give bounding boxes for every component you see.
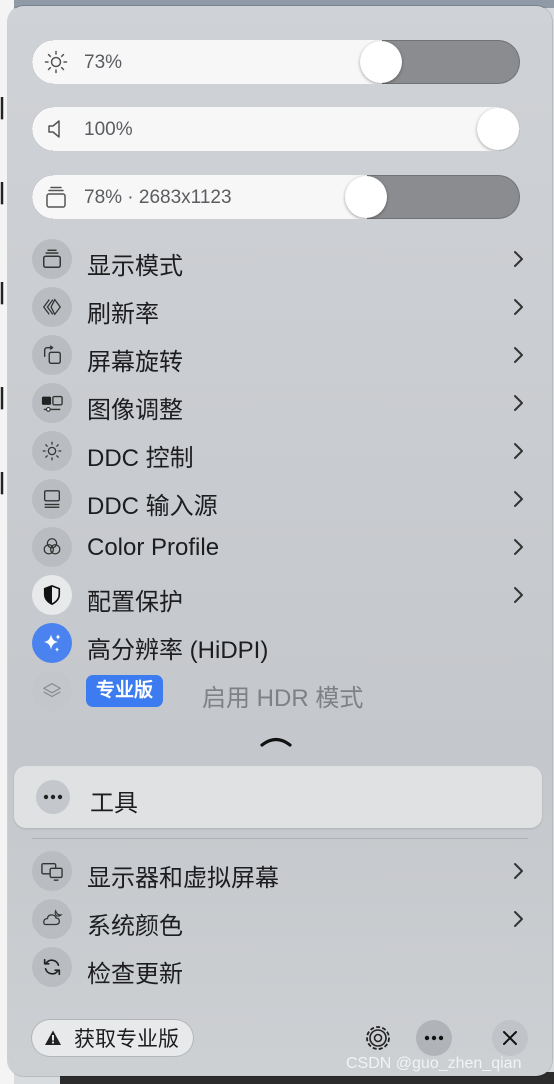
menu-item-label: 显示器和虚拟屏幕 <box>87 865 279 892</box>
display-mode-icon <box>32 239 72 279</box>
chevron-right-icon <box>514 347 523 363</box>
get-pro-label: 获取专业版 <box>74 1028 179 1051</box>
volume-knob[interactable] <box>477 108 519 150</box>
menu-item-config-protection[interactable]: 配置保护 <box>32 573 528 617</box>
hdr-label: 启用 HDR 模式 <box>202 685 364 712</box>
sparkle-icon <box>32 623 72 663</box>
menu-item-label: DDC 控制 <box>87 445 194 472</box>
refresh-rate-icon <box>32 287 72 327</box>
watermark: CSDN @guo_zhen_qian <box>346 1055 522 1072</box>
more-icon <box>424 1035 444 1041</box>
input-source-icon <box>32 479 72 519</box>
cloud-moon-icon <box>32 899 72 939</box>
rotate-icon <box>32 335 72 375</box>
brightness-icon <box>44 50 68 74</box>
divider <box>32 838 528 839</box>
pro-badge: 专业版 <box>86 675 164 707</box>
tools-label: 工具 <box>90 790 138 817</box>
chevron-right-icon <box>514 251 523 267</box>
menu-item-label: 显示模式 <box>87 253 183 280</box>
menu-item-color-profile[interactable]: Color Profile <box>32 525 528 569</box>
chevron-right-icon <box>514 443 523 459</box>
menu-item-check-update[interactable]: 检查更新 <box>32 945 528 989</box>
settings-icon <box>366 1026 390 1050</box>
brightness-value: 73% <box>84 52 123 73</box>
close-button[interactable] <box>492 1020 528 1056</box>
chevron-right-icon <box>514 911 523 927</box>
background-text-fragment: | <box>0 470 7 495</box>
menu-item-ddc-control[interactable]: DDC 控制 <box>32 429 528 473</box>
volume-value: 100% <box>84 119 133 140</box>
menu-item-label: 系统颜色 <box>87 913 183 940</box>
menu-item-label: 配置保护 <box>87 589 183 616</box>
update-icon <box>32 947 72 987</box>
ddc-control-icon <box>32 431 72 471</box>
volume-slider[interactable]: 100% <box>32 107 520 151</box>
brightness-slider[interactable]: 73% <box>32 40 520 84</box>
image-adjust-icon <box>32 383 72 423</box>
shield-icon <box>32 575 72 615</box>
menu-item-system-color[interactable]: 系统颜色 <box>32 897 528 941</box>
menu-item-virtual-display[interactable]: 显示器和虚拟屏幕 <box>32 849 528 893</box>
resolution-slider[interactable]: 78% · 2683x1123 <box>32 175 520 219</box>
menu-item-image-adjust[interactable]: 图像调整 <box>32 381 528 425</box>
chevron-right-icon <box>514 395 523 411</box>
menu-item-label: 检查更新 <box>87 961 183 988</box>
chevron-right-icon <box>514 587 523 603</box>
brightness-knob[interactable] <box>360 41 402 83</box>
menu-item-hdr: 专业版 启用 HDR 模式 <box>32 669 528 713</box>
background-text-fragment: | <box>0 280 7 305</box>
chevron-right-icon <box>514 491 523 507</box>
close-icon <box>503 1031 517 1045</box>
display-menu-panel: 73% 100% 78% · 2683x1123 显示模式 刷新率 屏幕旋转 图… <box>8 6 552 1076</box>
chevron-right-icon <box>514 539 523 555</box>
menu-item-label: Color Profile <box>87 534 220 561</box>
more-button[interactable] <box>416 1020 452 1056</box>
background-text-fragment: | <box>0 95 7 120</box>
menu-item-label: 图像调整 <box>87 397 183 424</box>
more-icon <box>36 780 70 814</box>
menu-item-label: 刷新率 <box>87 301 159 328</box>
speaker-icon <box>48 120 60 138</box>
chevron-up-icon[interactable] <box>258 732 294 750</box>
menu-item-ddc-input[interactable]: DDC 输入源 <box>32 477 528 521</box>
tools-button[interactable]: 工具 <box>14 766 542 828</box>
chevron-right-icon <box>514 863 523 879</box>
layers-icon <box>32 671 72 711</box>
warning-icon <box>45 1030 61 1045</box>
menu-item-rotation[interactable]: 屏幕旋转 <box>32 333 528 377</box>
get-pro-button[interactable]: 获取专业版 <box>32 1020 193 1056</box>
display-stack-icon <box>46 186 66 208</box>
menu-item-display-mode[interactable]: 显示模式 <box>32 237 528 281</box>
chevron-right-icon <box>514 299 523 315</box>
menu-item-hidpi[interactable]: 高分辨率 (HiDPI) <box>32 621 528 665</box>
background-text-fragment: | <box>0 385 7 410</box>
settings-button[interactable] <box>360 1020 396 1056</box>
virtual-display-icon <box>32 851 72 891</box>
menu-item-label: 屏幕旋转 <box>87 349 183 376</box>
menu-item-refresh-rate[interactable]: 刷新率 <box>32 285 528 329</box>
menu-item-label: 高分辨率 (HiDPI) <box>87 637 269 664</box>
color-profile-icon <box>32 527 72 567</box>
background-text-fragment: | <box>0 180 7 205</box>
resolution-knob[interactable] <box>345 176 387 218</box>
resolution-value: 78% · 2683x1123 <box>84 187 232 208</box>
menu-item-label: DDC 输入源 <box>87 493 218 520</box>
